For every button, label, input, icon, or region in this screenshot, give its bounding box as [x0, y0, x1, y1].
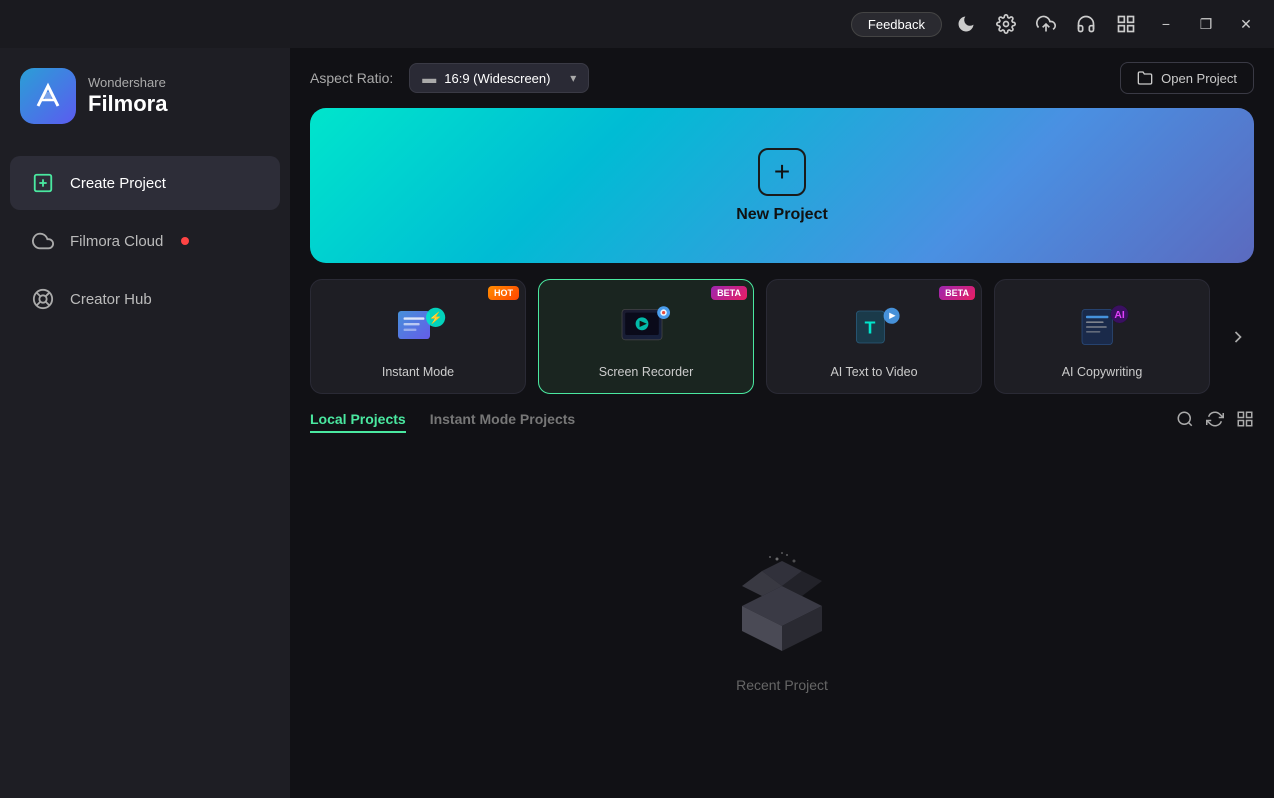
screen-recorder-label: Screen Recorder	[599, 365, 694, 379]
aspect-ratio-select[interactable]: ▬ 16:9 (Widescreen) ▾	[409, 63, 589, 93]
create-project-label: Create Project	[70, 175, 166, 192]
svg-text:T: T	[865, 317, 876, 337]
shortcut-screen-recorder[interactable]: BETA Screen Recorder	[538, 279, 754, 394]
creator-hub-icon	[30, 286, 56, 312]
app-logo-icon	[20, 68, 76, 124]
grid-view-icon[interactable]	[1236, 410, 1254, 433]
settings-icon[interactable]	[990, 8, 1022, 40]
aspect-ratio-icon: ▬	[422, 70, 436, 86]
search-icon[interactable]	[1176, 410, 1194, 433]
top-bar: Aspect Ratio: ▬ 16:9 (Widescreen) ▾ Open…	[290, 48, 1274, 108]
layout-icon[interactable]	[1110, 8, 1142, 40]
sidebar-item-creator-hub[interactable]: Creator Hub	[10, 272, 280, 326]
open-folder-icon	[1137, 70, 1153, 86]
refresh-icon[interactable]	[1206, 410, 1224, 433]
sidebar-item-create-project[interactable]: Create Project	[10, 156, 280, 210]
open-project-button[interactable]: Open Project	[1120, 62, 1254, 94]
company-name: Wondershare	[88, 75, 167, 91]
instant-mode-label: Instant Mode	[382, 365, 454, 379]
filmora-cloud-icon	[30, 228, 56, 254]
shortcuts-more-button[interactable]	[1222, 279, 1254, 394]
feedback-button[interactable]: Feedback	[851, 12, 942, 37]
tab-instant-mode-projects[interactable]: Instant Mode Projects	[430, 411, 575, 433]
creator-hub-label: Creator Hub	[70, 291, 152, 308]
shortcut-ai-copywriting[interactable]: AI AI Copywriting	[994, 279, 1210, 394]
svg-text:AI: AI	[1114, 310, 1125, 321]
filmora-cloud-label: Filmora Cloud	[70, 233, 163, 250]
titlebar: Feedback − ❐ ✕	[0, 0, 1274, 48]
projects-header: Local Projects Instant Mode Projects	[290, 410, 1274, 445]
ai-text-to-video-icon: T	[842, 295, 906, 359]
content-area: Aspect Ratio: ▬ 16:9 (Widescreen) ▾ Open…	[290, 48, 1274, 798]
open-project-label: Open Project	[1161, 71, 1237, 86]
sidebar-item-filmora-cloud[interactable]: Filmora Cloud	[10, 214, 280, 268]
shortcuts-row: HOT ⚡ Instant Mode BETA	[290, 279, 1274, 410]
instant-mode-icon: ⚡	[386, 295, 450, 359]
support-icon[interactable]	[1070, 8, 1102, 40]
svg-text:⚡: ⚡	[429, 310, 443, 324]
restore-button[interactable]: ❐	[1190, 8, 1222, 40]
aspect-chevron-icon: ▾	[570, 71, 576, 85]
minimize-button[interactable]: −	[1150, 8, 1182, 40]
ai-text-to-video-label: AI Text to Video	[830, 365, 917, 379]
tab-local-projects[interactable]: Local Projects	[310, 411, 406, 433]
product-name: Filmora	[88, 91, 167, 117]
shortcut-ai-text-to-video[interactable]: BETA T AI Text to Video	[766, 279, 982, 394]
logo-text: Wondershare Filmora	[88, 75, 167, 117]
aspect-ratio-value: 16:9 (Widescreen)	[444, 71, 550, 86]
close-button[interactable]: ✕	[1230, 8, 1262, 40]
beta-badge-screen: BETA	[711, 286, 747, 300]
ai-copywriting-label: AI Copywriting	[1062, 365, 1143, 379]
main-layout: Wondershare Filmora Create Project Filmo…	[0, 48, 1274, 798]
notification-dot	[181, 237, 189, 245]
new-project-label: New Project	[736, 206, 828, 224]
theme-icon[interactable]	[950, 8, 982, 40]
sidebar: Wondershare Filmora Create Project Filmo…	[0, 48, 290, 798]
screen-recorder-icon	[614, 295, 678, 359]
create-project-icon	[30, 170, 56, 196]
projects-actions	[1176, 410, 1254, 433]
logo-area: Wondershare Filmora	[0, 48, 290, 154]
aspect-ratio-label: Aspect Ratio:	[310, 70, 393, 86]
empty-box-icon	[722, 551, 842, 661]
upload-icon[interactable]	[1030, 8, 1062, 40]
hot-badge: HOT	[488, 286, 519, 300]
ai-copywriting-icon: AI	[1070, 295, 1134, 359]
beta-badge-aitv: BETA	[939, 286, 975, 300]
new-project-card[interactable]: + New Project	[310, 108, 1254, 263]
empty-state-label: Recent Project	[736, 677, 828, 693]
new-project-plus-icon: +	[758, 148, 806, 196]
empty-state: Recent Project	[290, 445, 1274, 798]
shortcut-instant-mode[interactable]: HOT ⚡ Instant Mode	[310, 279, 526, 394]
